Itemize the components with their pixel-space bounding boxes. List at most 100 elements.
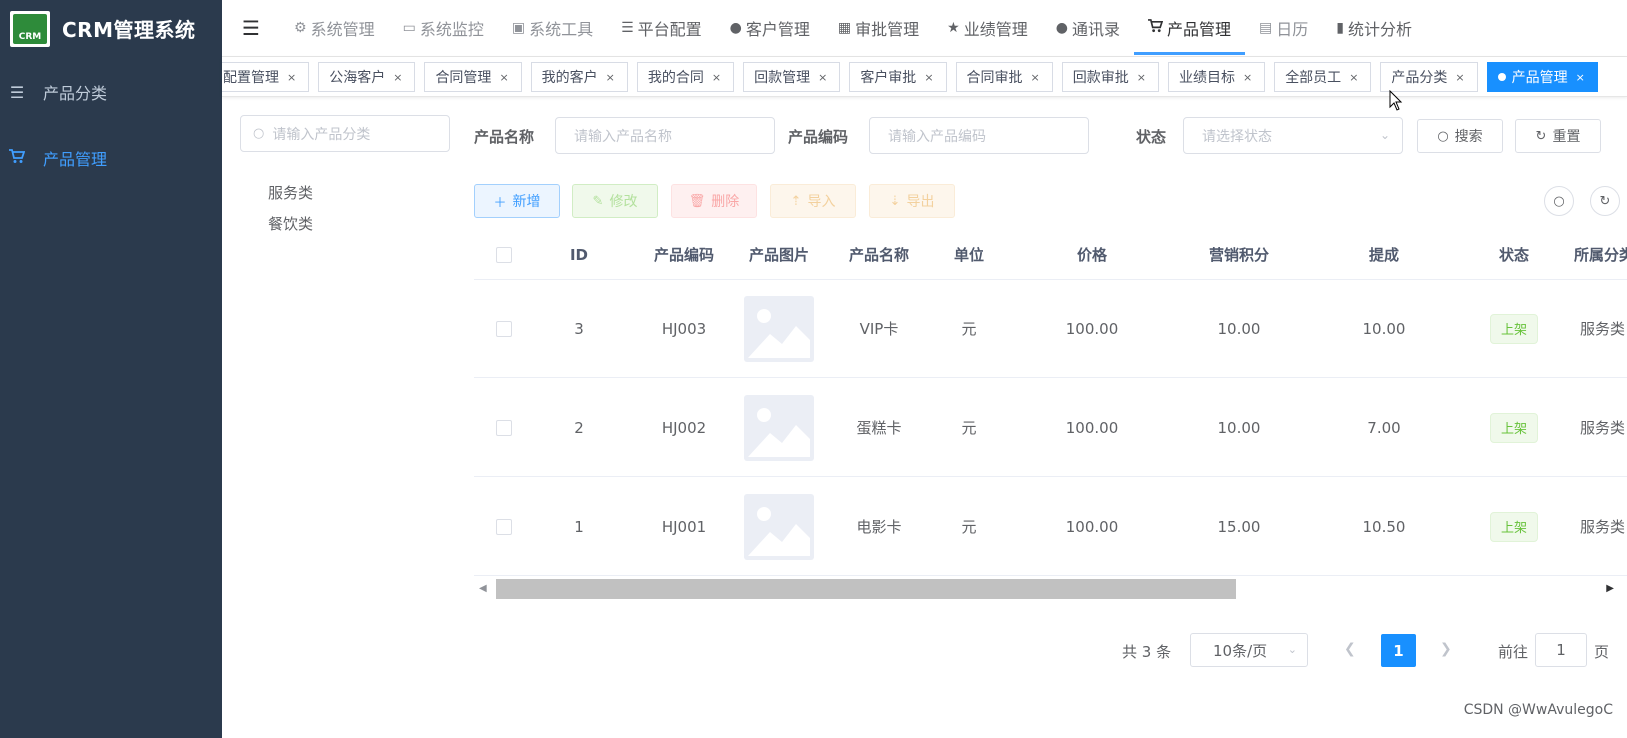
tag-label: 配置管理 [223, 70, 279, 86]
product-name-link[interactable]: 蛋糕卡 [829, 379, 929, 476]
tag-config-management[interactable]: 配置管理 × [222, 62, 310, 92]
import-button[interactable]: ⇡ 导入 [770, 184, 856, 218]
tag-payment-approval[interactable]: 回款审批 × [1061, 62, 1159, 92]
column-header[interactable]: 提成 [1319, 230, 1449, 279]
image-placeholder-icon[interactable] [744, 295, 814, 362]
row-select-cell [489, 478, 519, 575]
nav-contacts[interactable]: ● 通讯录 [1042, 0, 1134, 57]
tree-node-service[interactable]: 服务类 [268, 182, 313, 203]
close-icon[interactable]: × [1576, 71, 1585, 84]
image-placeholder-icon[interactable] [744, 394, 814, 461]
tag-my-customers[interactable]: 我的客户 × [530, 62, 628, 92]
nav-approval-management[interactable]: ▦ 审批管理 [824, 0, 933, 57]
tag-my-contracts[interactable]: 我的合同 × [636, 62, 735, 92]
goto-unit-label: 页 [1594, 643, 1610, 661]
nav-statistics[interactable]: ▮ 统计分析 [1322, 0, 1426, 57]
nav-performance-management[interactable]: ★ 业绩管理 [933, 0, 1042, 57]
add-button[interactable]: ＋ 新增 [474, 184, 560, 218]
scroll-left-icon[interactable]: ◀ [479, 583, 487, 594]
row-checkbox[interactable] [496, 320, 512, 337]
tag-contract-approval[interactable]: 合同审批 × [955, 62, 1053, 92]
tag-all-employees[interactable]: 全部员工 × [1274, 62, 1372, 92]
nav-customer-management[interactable]: ● 客户管理 [716, 0, 824, 57]
edit-button[interactable]: ✎ 修改 [572, 184, 658, 218]
nav-system-monitor[interactable]: ▭ 系统监控 [389, 0, 498, 57]
category-cell: 服务类 [1580, 320, 1626, 338]
status-select[interactable]: 请选择状态 ⌄ [1183, 117, 1403, 154]
prev-page-button[interactable]: ❮ [1344, 641, 1356, 657]
scroll-right-icon[interactable]: ▶ [1606, 583, 1614, 594]
row-checkbox[interactable] [496, 518, 512, 535]
column-header[interactable]: 单位 [934, 230, 1004, 279]
row-checkbox[interactable] [496, 419, 512, 436]
row-select-cell [489, 280, 519, 377]
product-code-input[interactable]: 请输入产品编码 [869, 117, 1089, 154]
sidebar-item-product-category[interactable]: ☰ 产品分类 [0, 59, 222, 125]
delete-button[interactable]: 🗑︎ 删除 [671, 184, 757, 218]
sidebar-item-product-management[interactable]: 产品管理 [0, 125, 222, 191]
reset-button[interactable]: ↻ 重置 [1515, 119, 1601, 153]
tag-product-management[interactable]: 产品管理 × [1486, 62, 1598, 92]
toggle-search-button[interactable]: ○ [1544, 186, 1574, 216]
nav-calendar[interactable]: ▤ 日历 [1245, 0, 1322, 57]
user-icon: ● [729, 20, 742, 36]
cart-icon [1147, 19, 1164, 37]
nav-system-management[interactable]: ⚙ 系统管理 [280, 0, 389, 57]
logo-text: CRM [18, 31, 42, 42]
column-header[interactable]: ID [549, 230, 609, 279]
image-placeholder-icon[interactable] [744, 493, 814, 560]
select-all-checkbox[interactable] [496, 246, 512, 263]
nav-label: 产品管理 [1166, 20, 1231, 39]
close-icon[interactable]: × [818, 71, 827, 84]
goto-page-input[interactable]: 1 [1535, 633, 1587, 667]
refresh-button[interactable]: ↻ [1590, 186, 1620, 216]
column-header[interactable]: 产品图片 [739, 230, 819, 279]
close-icon[interactable]: × [924, 71, 933, 84]
search-button[interactable]: ○ 搜索 [1417, 119, 1503, 153]
page-number-current[interactable]: 1 [1381, 634, 1416, 667]
column-header[interactable]: 产品编码 [634, 230, 734, 279]
product-name-link[interactable]: VIP卡 [829, 280, 929, 377]
close-icon[interactable]: × [606, 71, 615, 84]
column-header[interactable]: 状态 [1459, 230, 1569, 279]
tree-node-catering[interactable]: 餐饮类 [268, 213, 313, 234]
nav-platform-config[interactable]: ☰ 平台配置 [607, 0, 716, 57]
nav-product-management[interactable]: 产品管理 [1133, 0, 1245, 57]
close-icon[interactable]: × [1031, 71, 1040, 84]
id-cell: 1 [574, 517, 584, 536]
tag-product-category[interactable]: 产品分类 × [1380, 62, 1478, 92]
export-button[interactable]: ⇣ 导出 [869, 184, 955, 218]
nav-system-tools[interactable]: ▣ 系统工具 [498, 0, 607, 57]
close-icon[interactable]: × [287, 71, 296, 84]
horizontal-scrollbar[interactable]: ◀ ▶ [474, 579, 1614, 599]
price-cell: 100.00 [1065, 517, 1119, 536]
column-header[interactable]: 产品名称 [829, 230, 929, 279]
close-icon[interactable]: × [1137, 71, 1146, 84]
hamburger-icon[interactable]: ☰ [222, 16, 280, 40]
product-name-link[interactable]: 电影卡 [829, 478, 929, 575]
edit-icon: ✎ [592, 193, 604, 209]
tag-payment-management[interactable]: 回款管理 × [743, 62, 841, 92]
page-size-select[interactable]: 10条/页 ⌄ [1190, 633, 1308, 667]
close-icon[interactable]: × [1243, 71, 1252, 84]
points-cell: 10.00 [1217, 319, 1261, 338]
close-icon[interactable]: × [1455, 71, 1464, 84]
next-page-button[interactable]: ❯ [1440, 641, 1452, 657]
points-cell: 10.00 [1217, 418, 1261, 437]
tag-performance-target[interactable]: 业绩目标 × [1167, 62, 1266, 92]
column-header[interactable]: 价格 [1024, 230, 1160, 279]
close-icon[interactable]: × [499, 71, 508, 84]
tag-customer-approval[interactable]: 客户审批 × [849, 62, 947, 92]
placeholder: 请输入产品编码 [888, 128, 986, 145]
close-icon[interactable]: × [712, 71, 721, 84]
tag-public-customers[interactable]: 公海客户 × [318, 62, 416, 92]
column-header[interactable]: 所属分类 [1554, 230, 1627, 279]
close-icon[interactable]: × [393, 71, 402, 84]
close-icon[interactable]: × [1349, 71, 1358, 84]
tag-contract-management[interactable]: 合同管理 × [424, 62, 522, 92]
scrollbar-thumb[interactable] [496, 579, 1236, 599]
product-name-input[interactable]: 请输入产品名称 [555, 117, 775, 154]
category-search-input[interactable]: ○ 请输入产品分类 [240, 115, 450, 152]
column-header[interactable]: 营销积分 [1164, 230, 1314, 279]
tag-label: 回款审批 [1072, 70, 1129, 86]
